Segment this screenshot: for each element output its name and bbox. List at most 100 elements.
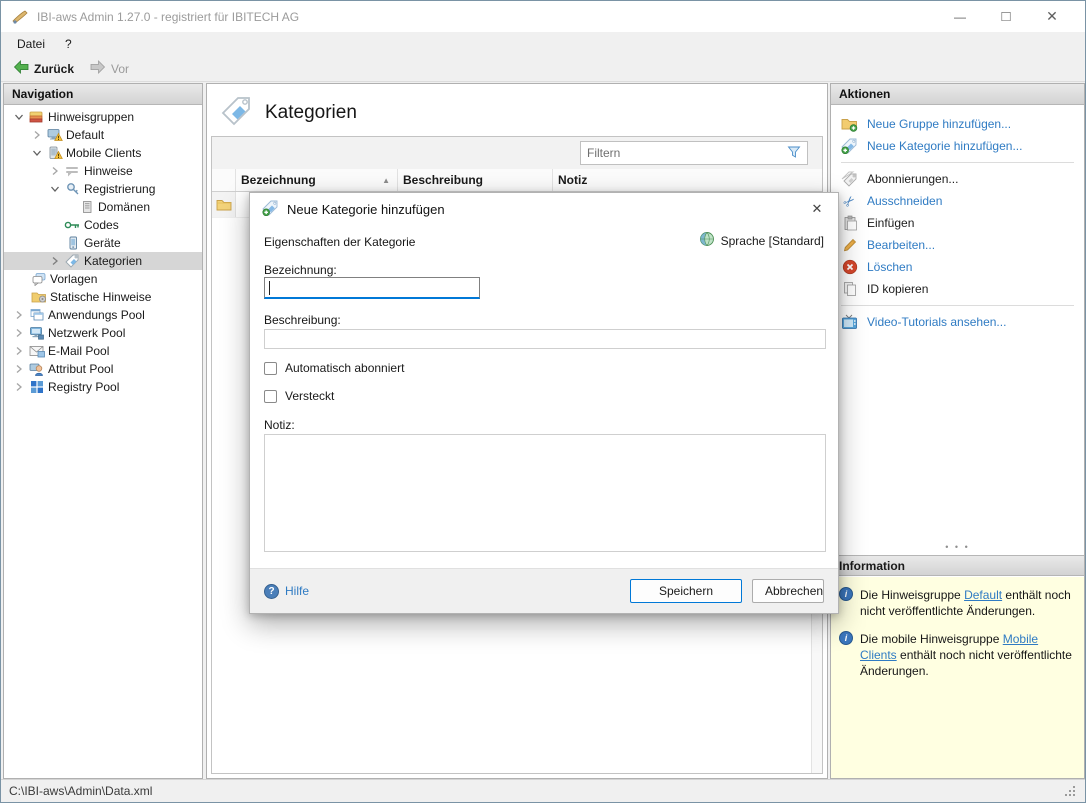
info-link-default[interactable]: Default	[964, 588, 1002, 602]
action-neue-kategorie[interactable]: Neue Kategorie hinzufügen...	[831, 135, 1084, 157]
action-neue-gruppe[interactable]: Neue Gruppe hinzufügen...	[831, 113, 1084, 135]
chevron-right-icon[interactable]	[12, 364, 25, 374]
toolbar: Zurück Vor	[1, 56, 1085, 82]
automatisch-abonniert-checkbox[interactable]	[264, 362, 277, 375]
tree-item-geraete[interactable]: Geräte	[4, 234, 202, 252]
beschreibung-input[interactable]	[264, 329, 826, 349]
notiz-textarea[interactable]	[264, 434, 826, 552]
tree-item-vorlagen[interactable]: Vorlagen	[4, 270, 202, 288]
navigation-panel: Navigation Hinweisgruppen Default Mobile…	[3, 83, 203, 779]
forward-arrow-icon	[90, 60, 106, 77]
language-label: Sprache [Standard]	[721, 234, 824, 248]
tree-item-hinweisgruppen[interactable]: Hinweisgruppen	[4, 108, 202, 126]
notiz-label: Notiz:	[264, 418, 295, 432]
actions-separator	[841, 162, 1074, 163]
chevron-right-icon[interactable]	[30, 130, 43, 140]
information-header: Information	[831, 555, 1084, 576]
versteckt-label: Versteckt	[285, 389, 334, 403]
delete-icon	[841, 259, 858, 275]
action-id-kopieren[interactable]: ID kopieren	[831, 278, 1084, 300]
column-bezeichnung[interactable]: Bezeichnung ▲	[236, 169, 398, 191]
action-ausschneiden[interactable]: ✂ Ausschneiden	[831, 190, 1084, 212]
dialog-close-icon[interactable]: ✕	[804, 197, 830, 221]
minimize-icon[interactable]: —	[937, 3, 983, 31]
sort-asc-icon: ▲	[382, 176, 390, 185]
tree-item-netzwerk-pool[interactable]: Netzwerk Pool	[4, 324, 202, 342]
close-icon[interactable]: ✕	[1029, 3, 1075, 31]
forward-button[interactable]: Vor	[84, 58, 135, 79]
tree-item-hinweise[interactable]: Hinweise	[4, 162, 202, 180]
chevron-right-icon[interactable]	[12, 310, 25, 320]
folder-static-icon	[30, 290, 47, 304]
speichern-button[interactable]: Speichern	[630, 579, 742, 603]
tree-item-anwendungs-pool[interactable]: Anwendungs Pool	[4, 306, 202, 324]
tree-item-mobile-clients[interactable]: Mobile Clients	[4, 144, 202, 162]
scissors-icon: ✂	[837, 189, 861, 213]
info-icon: i	[839, 631, 853, 645]
chevron-down-icon[interactable]	[12, 112, 25, 122]
phone-icon	[64, 236, 81, 250]
language-selector[interactable]: Sprache [Standard]	[699, 231, 824, 250]
column-notiz[interactable]: Notiz	[553, 169, 822, 191]
action-einfuegen[interactable]: Einfügen	[831, 212, 1084, 234]
chevron-right-icon[interactable]	[48, 256, 61, 266]
tree-item-codes[interactable]: Codes	[4, 216, 202, 234]
menu-datei[interactable]: Datei	[7, 34, 55, 54]
filter-input[interactable]	[587, 146, 787, 160]
dialog-section-label: Eigenschaften der Kategorie	[264, 235, 415, 249]
chevron-down-icon[interactable]	[30, 148, 43, 158]
tree-item-statische-hinweise[interactable]: Statische Hinweise	[4, 288, 202, 306]
tv-icon	[841, 314, 858, 330]
versteckt-row: Versteckt	[264, 389, 334, 403]
filter-funnel-icon[interactable]	[787, 145, 801, 162]
chevron-right-icon[interactable]	[12, 382, 25, 392]
neue-kategorie-dialog: Neue Kategorie hinzufügen ✕ Eigenschafte…	[249, 192, 839, 614]
tree-item-kategorien[interactable]: Kategorien	[4, 252, 202, 270]
column-gutter	[212, 169, 236, 191]
action-video-tutorials[interactable]: Video-Tutorials ansehen...	[831, 311, 1084, 333]
chevron-right-icon[interactable]	[48, 166, 61, 176]
templates-icon	[30, 272, 47, 286]
notice-groups-icon	[28, 110, 45, 124]
action-abonnierungen[interactable]: Abonnierungen...	[831, 168, 1084, 190]
automatisch-abonniert-row: Automatisch abonniert	[264, 361, 404, 375]
column-beschreibung[interactable]: Beschreibung	[398, 169, 553, 191]
beschreibung-label: Beschreibung:	[264, 313, 341, 327]
tree-item-registrierung[interactable]: Registrierung	[4, 180, 202, 198]
tree-item-default[interactable]: Default	[4, 126, 202, 144]
folder-plus-icon	[841, 116, 858, 132]
tree-item-domaenen[interactable]: Domänen	[4, 198, 202, 216]
attribute-user-icon	[28, 362, 45, 376]
info-message-default: i Die Hinweisgruppe Default enthält noch…	[839, 587, 1076, 619]
comment-icon	[64, 164, 81, 178]
title-bar: IBI-aws Admin 1.27.0 - registriert für I…	[1, 1, 1085, 32]
back-button[interactable]: Zurück	[7, 58, 80, 79]
status-bar: C:\IBI-aws\Admin\Data.xml	[1, 779, 1085, 802]
abbrechen-button[interactable]: Abbrechen	[752, 579, 824, 603]
row-folder-icon	[212, 192, 236, 217]
navigation-tree: Hinweisgruppen Default Mobile Clients Hi…	[4, 105, 202, 396]
automatisch-abonniert-label: Automatisch abonniert	[285, 361, 404, 375]
maximize-icon[interactable]: □	[983, 3, 1029, 31]
copy-icon	[841, 281, 858, 297]
tree-item-email-pool[interactable]: E-Mail Pool	[4, 342, 202, 360]
resize-grip-icon[interactable]	[1064, 785, 1077, 798]
action-loeschen[interactable]: Löschen	[831, 256, 1084, 278]
chevron-right-icon[interactable]	[12, 328, 25, 338]
chevron-right-icon[interactable]	[12, 346, 25, 356]
splitter-grip[interactable]: • • •	[831, 542, 1084, 552]
help-link[interactable]: ? Hilfe	[264, 584, 309, 599]
menu-help[interactable]: ?	[55, 34, 82, 54]
filter-box	[580, 141, 808, 165]
bezeichnung-input[interactable]	[264, 277, 480, 299]
tree-item-registry-pool[interactable]: Registry Pool	[4, 378, 202, 396]
mobile-warning-icon	[46, 146, 63, 160]
filter-row	[212, 137, 822, 169]
chevron-down-icon[interactable]	[48, 184, 61, 194]
tree-item-attribut-pool[interactable]: Attribut Pool	[4, 360, 202, 378]
action-bearbeiten[interactable]: Bearbeiten...	[831, 234, 1084, 256]
bezeichnung-label: Bezeichnung:	[264, 263, 337, 277]
forward-label: Vor	[111, 62, 129, 76]
versteckt-checkbox[interactable]	[264, 390, 277, 403]
registry-grid-icon	[28, 380, 45, 394]
